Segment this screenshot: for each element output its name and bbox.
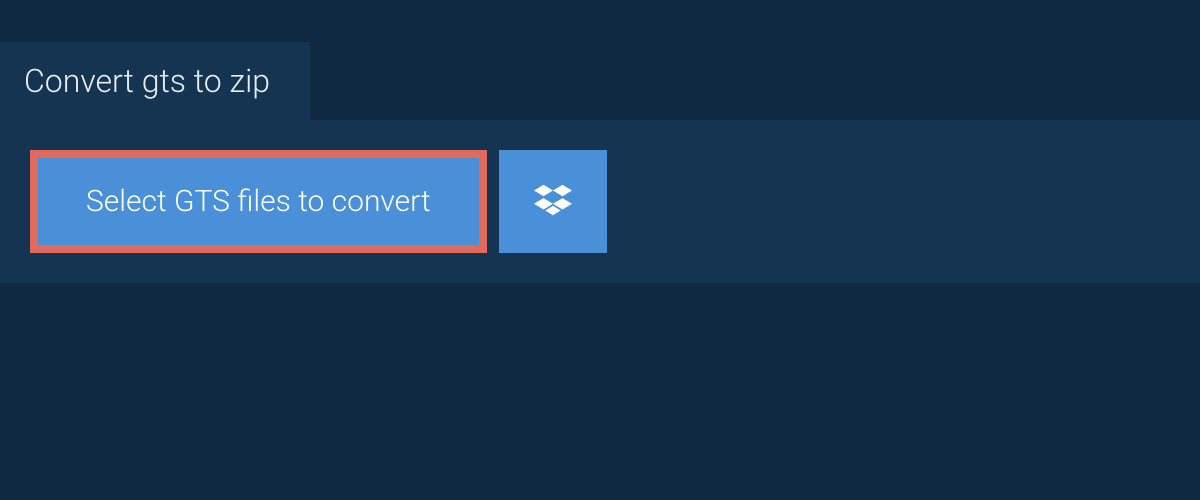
empty-area — [0, 283, 1200, 483]
select-files-label: Select GTS files to convert — [86, 184, 431, 219]
select-files-button[interactable]: Select GTS files to convert — [30, 150, 487, 253]
converter-panel: Select GTS files to convert — [0, 120, 1200, 283]
tab-label: Convert gts to zip — [24, 62, 270, 100]
button-row: Select GTS files to convert — [30, 150, 1170, 253]
converter-tab[interactable]: Convert gts to zip — [0, 42, 310, 120]
dropbox-button[interactable] — [499, 150, 607, 253]
dropbox-icon — [534, 181, 572, 223]
